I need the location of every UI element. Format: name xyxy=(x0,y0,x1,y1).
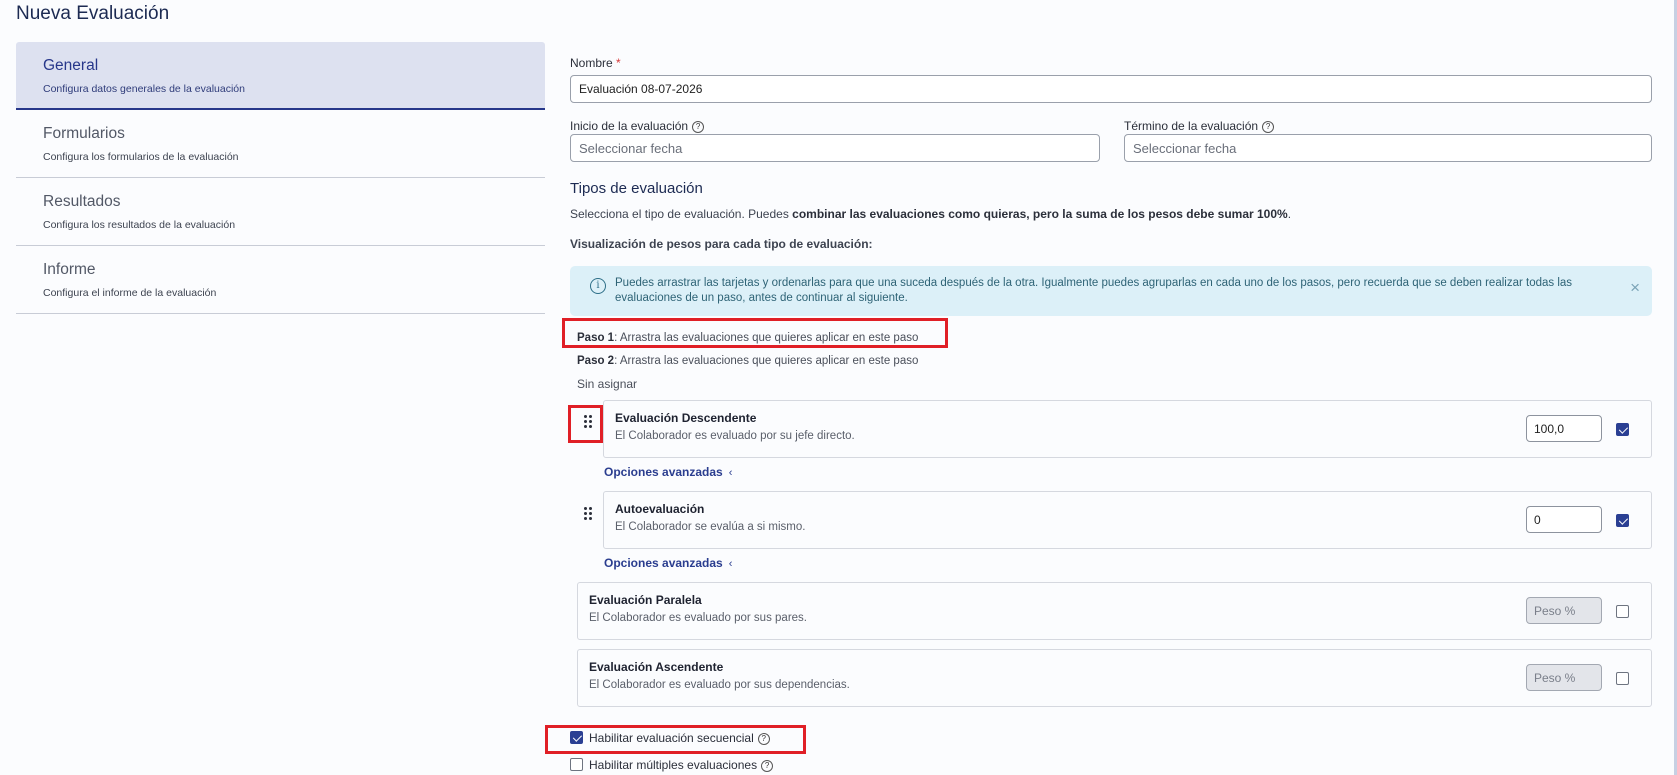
step-1-dropzone[interactable]: Paso 1: Arrastra las evaluaciones que qu… xyxy=(577,332,918,344)
weight-input[interactable] xyxy=(1526,506,1602,533)
card-desc: El Colaborador se evalúa a si mismo. xyxy=(615,521,806,533)
weight-input[interactable] xyxy=(1526,415,1602,442)
sidebar-item-desc: Configura datos generales de la evaluaci… xyxy=(43,83,245,95)
advanced-options-toggle[interactable]: Opciones avanzadas ‹ xyxy=(604,465,732,479)
info-icon: i xyxy=(590,278,606,294)
step-2-dropzone[interactable]: Paso 2: Arrastra las evaluaciones que qu… xyxy=(577,355,918,367)
name-label: Nombre * xyxy=(570,56,621,70)
end-date-label: Término de la evaluación? xyxy=(1124,119,1275,133)
evaluation-card-paralela[interactable]: Evaluación Paralela El Colaborador es ev… xyxy=(577,582,1652,640)
sidebar-item-general[interactable]: General Configura datos generales de la … xyxy=(16,42,545,110)
main-form: Nombre * Inicio de la evaluación? Términ… xyxy=(570,0,1655,775)
card-checkbox[interactable] xyxy=(1616,423,1629,436)
close-icon[interactable]: × xyxy=(1630,278,1640,298)
sidebar-item-formularios[interactable]: Formularios Configura los formularios de… xyxy=(16,110,545,178)
page-title: Nueva Evaluación xyxy=(16,3,170,24)
multiple-checkbox[interactable] xyxy=(570,758,583,771)
card-checkbox[interactable] xyxy=(1616,605,1629,618)
sidebar-item-label: Formularios xyxy=(43,125,125,142)
card-desc: El Colaborador es evaluado por su jefe d… xyxy=(615,430,855,442)
chevron-left-icon: ‹ xyxy=(728,467,733,479)
sidebar-item-desc: Configura el informe de la evaluación xyxy=(43,287,217,299)
alert-text: Puedes arrastrar las tarjetas y ordenarl… xyxy=(615,277,1573,304)
card-title: Evaluación Descendente xyxy=(615,411,757,425)
end-date-input[interactable] xyxy=(1124,134,1652,162)
unassigned-label: Sin asignar xyxy=(577,377,638,391)
help-icon[interactable]: ? xyxy=(757,733,770,745)
card-desc: El Colaborador es evaluado por sus depen… xyxy=(589,679,850,691)
evaluation-card-descendente[interactable]: Evaluación Descendente El Colaborador es… xyxy=(603,400,1652,458)
chevron-left-icon: ‹ xyxy=(728,558,733,570)
card-title: Autoevaluación xyxy=(615,502,705,516)
sidebar-item-desc: Configura los formularios de la evaluaci… xyxy=(43,151,239,163)
drag-handle-icon[interactable] xyxy=(584,507,596,523)
info-alert: i Puedes arrastrar las tarjetas y ordena… xyxy=(570,266,1652,316)
start-date-label: Inicio de la evaluación? xyxy=(570,119,705,133)
sidebar-item-label: General xyxy=(43,57,99,74)
multiple-evaluations-option[interactable]: Habilitar múltiples evaluaciones? xyxy=(570,758,774,772)
sidebar-item-label: Resultados xyxy=(43,193,121,210)
drag-handle-icon[interactable] xyxy=(584,415,596,431)
start-date-input[interactable] xyxy=(570,134,1100,162)
card-checkbox[interactable] xyxy=(1616,514,1629,527)
weight-input xyxy=(1526,664,1602,691)
weights-visualization-label: Visualización de pesos para cada tipo de… xyxy=(570,237,873,251)
sidebar: General Configura datos generales de la … xyxy=(16,42,545,314)
weight-input xyxy=(1526,597,1602,624)
card-checkbox[interactable] xyxy=(1616,672,1629,685)
required-mark: * xyxy=(616,56,621,70)
section-title: Tipos de evaluación xyxy=(570,180,703,197)
help-icon[interactable]: ? xyxy=(761,760,774,772)
sidebar-item-label: Informe xyxy=(43,261,96,278)
help-icon[interactable]: ? xyxy=(692,121,705,133)
sequential-checkbox[interactable] xyxy=(570,731,583,744)
evaluation-card-autoevaluacion[interactable]: Autoevaluación El Colaborador se evalúa … xyxy=(603,491,1652,549)
card-title: Evaluación Paralela xyxy=(589,593,702,607)
advanced-options-toggle[interactable]: Opciones avanzadas ‹ xyxy=(604,556,732,570)
evaluation-card-ascendente[interactable]: Evaluación Ascendente El Colaborador es … xyxy=(577,649,1652,707)
help-icon[interactable]: ? xyxy=(1262,121,1275,133)
sidebar-item-resultados[interactable]: Resultados Configura los resultados de l… xyxy=(16,178,545,246)
sidebar-item-informe[interactable]: Informe Configura el informe de la evalu… xyxy=(16,246,545,314)
name-input[interactable] xyxy=(570,75,1652,103)
sidebar-item-desc: Configura los resultados de la evaluació… xyxy=(43,219,236,231)
sequential-evaluation-option[interactable]: Habilitar evaluación secuencial? xyxy=(570,731,770,745)
section-desc: Selecciona el tipo de evaluación. Puedes… xyxy=(570,207,1292,221)
card-desc: El Colaborador es evaluado por sus pares… xyxy=(589,612,807,624)
card-title: Evaluación Ascendente xyxy=(589,660,724,674)
